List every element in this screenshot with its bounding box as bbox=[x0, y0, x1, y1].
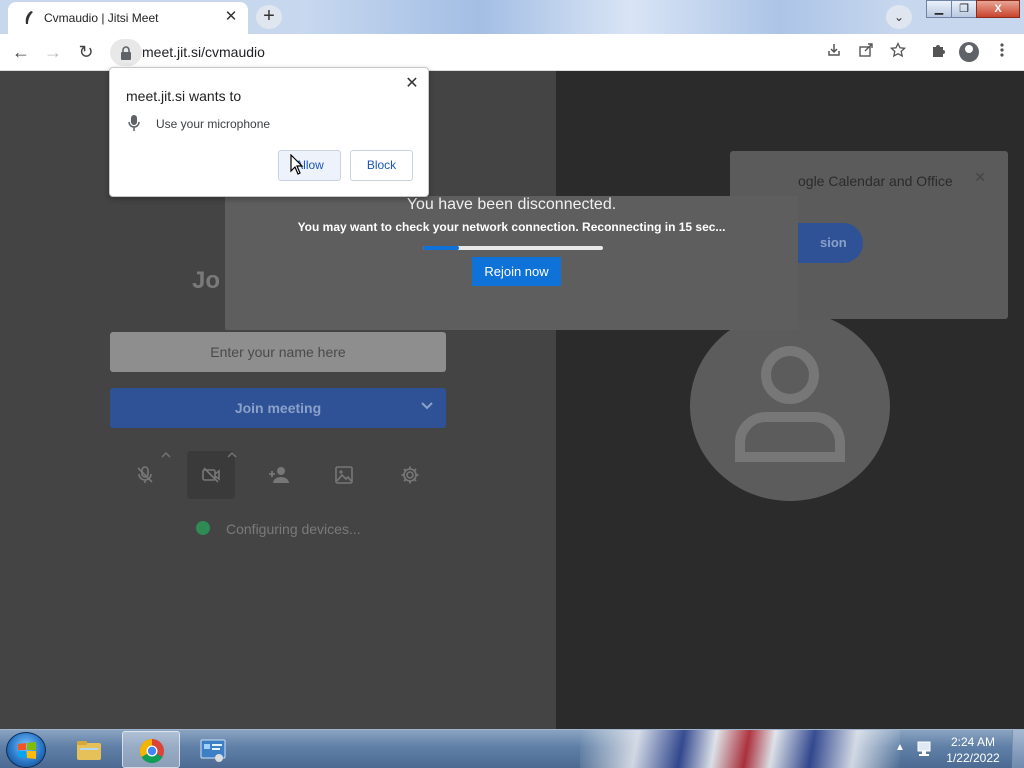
folder-icon bbox=[77, 741, 101, 760]
block-button[interactable]: Block bbox=[350, 150, 413, 181]
show-hidden-icons[interactable]: ▲ bbox=[895, 742, 905, 753]
mouse-cursor-icon bbox=[290, 154, 304, 175]
windows-taskbar: ▲ 2:24 AM 1/22/2022 bbox=[0, 729, 1024, 768]
url-text: meet.jit.si/cvmaudio bbox=[142, 44, 265, 60]
control-panel-icon bbox=[200, 739, 226, 762]
wallpaper-art bbox=[580, 730, 900, 768]
virtual-background-button[interactable] bbox=[320, 451, 368, 499]
lock-icon bbox=[121, 46, 131, 60]
install-icon[interactable] bbox=[824, 42, 844, 62]
reconnect-progress-bar bbox=[423, 246, 603, 250]
camera-off-icon bbox=[202, 467, 220, 483]
name-input[interactable] bbox=[110, 332, 446, 372]
calendar-banner-button-label: sion bbox=[820, 235, 847, 250]
add-person-icon bbox=[269, 467, 289, 483]
show-desktop-button[interactable] bbox=[1012, 730, 1024, 768]
avatar bbox=[690, 311, 890, 501]
tab-title: Cvmaudio | Jitsi Meet bbox=[44, 11, 159, 25]
calendar-banner-text: ogle Calendar and Office bbox=[798, 173, 953, 189]
address-bar[interactable]: meet.jit.si/cvmaudio bbox=[110, 39, 915, 66]
taskbar-control-panel[interactable] bbox=[184, 731, 242, 768]
camera-options-caret-icon[interactable] bbox=[226, 451, 238, 461]
site-info-button[interactable] bbox=[110, 39, 142, 66]
taskbar-chrome[interactable] bbox=[122, 731, 180, 768]
rejoin-now-button[interactable]: Rejoin now bbox=[472, 257, 561, 286]
calendar-banner-close-icon[interactable]: ✕ bbox=[974, 169, 986, 186]
permission-heading: meet.jit.si wants to bbox=[126, 88, 242, 104]
minimize-button[interactable]: ▁ bbox=[926, 0, 952, 18]
device-status-text: Configuring devices... bbox=[226, 521, 361, 537]
window-title-background bbox=[300, 0, 900, 34]
chevron-down-icon[interactable] bbox=[420, 398, 434, 412]
clock-date: 1/22/2022 bbox=[946, 751, 1000, 765]
window-close-button[interactable]: X bbox=[976, 0, 1020, 18]
gear-icon bbox=[401, 466, 419, 484]
image-icon bbox=[335, 466, 353, 484]
forward-button[interactable]: → bbox=[42, 41, 64, 63]
profile-avatar-icon[interactable] bbox=[959, 42, 979, 62]
system-clock[interactable]: 2:24 AM 1/22/2022 bbox=[940, 734, 1006, 766]
jitsi-favicon-icon bbox=[25, 11, 33, 24]
browser-tab[interactable]: Cvmaudio | Jitsi Meet ✕ bbox=[8, 2, 248, 34]
join-meeting-button[interactable]: Join meeting bbox=[110, 388, 446, 428]
permission-close-icon[interactable]: ✕ bbox=[404, 76, 420, 92]
permission-request-text: Use your microphone bbox=[156, 117, 271, 131]
maximize-button[interactable]: ❐ bbox=[951, 0, 977, 18]
reconnect-progress-fill bbox=[423, 246, 459, 250]
prejoin-title: Jo bbox=[192, 267, 221, 294]
reload-button[interactable]: ↻ bbox=[75, 41, 97, 63]
permission-prompt: meet.jit.si wants to ✕ Use your micropho… bbox=[109, 67, 429, 197]
extensions-icon[interactable] bbox=[928, 42, 948, 62]
microphone-icon bbox=[128, 115, 140, 131]
tab-close-icon[interactable]: ✕ bbox=[222, 8, 240, 26]
join-meeting-label: Join meeting bbox=[234, 400, 322, 416]
invite-people-button[interactable] bbox=[254, 451, 302, 499]
allow-button[interactable]: Allow bbox=[278, 150, 341, 181]
windows-logo-icon bbox=[18, 742, 36, 759]
tab-strip: Cvmaudio | Jitsi Meet ✕ + ⌄ ▁ ❐ X bbox=[0, 0, 1024, 34]
disconnected-message: You may want to check your network conne… bbox=[297, 220, 726, 234]
settings-button[interactable] bbox=[386, 451, 434, 499]
new-tab-button[interactable]: + bbox=[256, 5, 282, 29]
mic-options-caret-icon[interactable] bbox=[160, 451, 172, 461]
window-controls: ▁ ❐ X bbox=[926, 0, 1020, 20]
back-button[interactable]: ← bbox=[10, 41, 32, 63]
disconnected-dialog: You have been disconnected. You may want… bbox=[225, 196, 798, 330]
clock-time: 2:24 AM bbox=[950, 735, 996, 749]
menu-kebab-icon[interactable] bbox=[992, 42, 1012, 62]
tab-search-button[interactable]: ⌄ bbox=[886, 5, 912, 29]
network-icon[interactable] bbox=[915, 740, 933, 758]
taskbar-explorer[interactable] bbox=[60, 731, 118, 768]
microphone-off-icon bbox=[137, 466, 153, 483]
chrome-icon bbox=[139, 739, 164, 764]
browser-toolbar: ← → ↻ meet.jit.si/cvmaudio bbox=[0, 34, 1024, 71]
share-icon[interactable] bbox=[856, 42, 876, 62]
bookmark-star-icon[interactable] bbox=[888, 41, 908, 62]
start-button[interactable] bbox=[6, 732, 46, 768]
user-avatar-icon bbox=[735, 346, 845, 462]
status-check-icon bbox=[196, 521, 210, 535]
disconnected-title: You have been disconnected. bbox=[406, 196, 617, 213]
